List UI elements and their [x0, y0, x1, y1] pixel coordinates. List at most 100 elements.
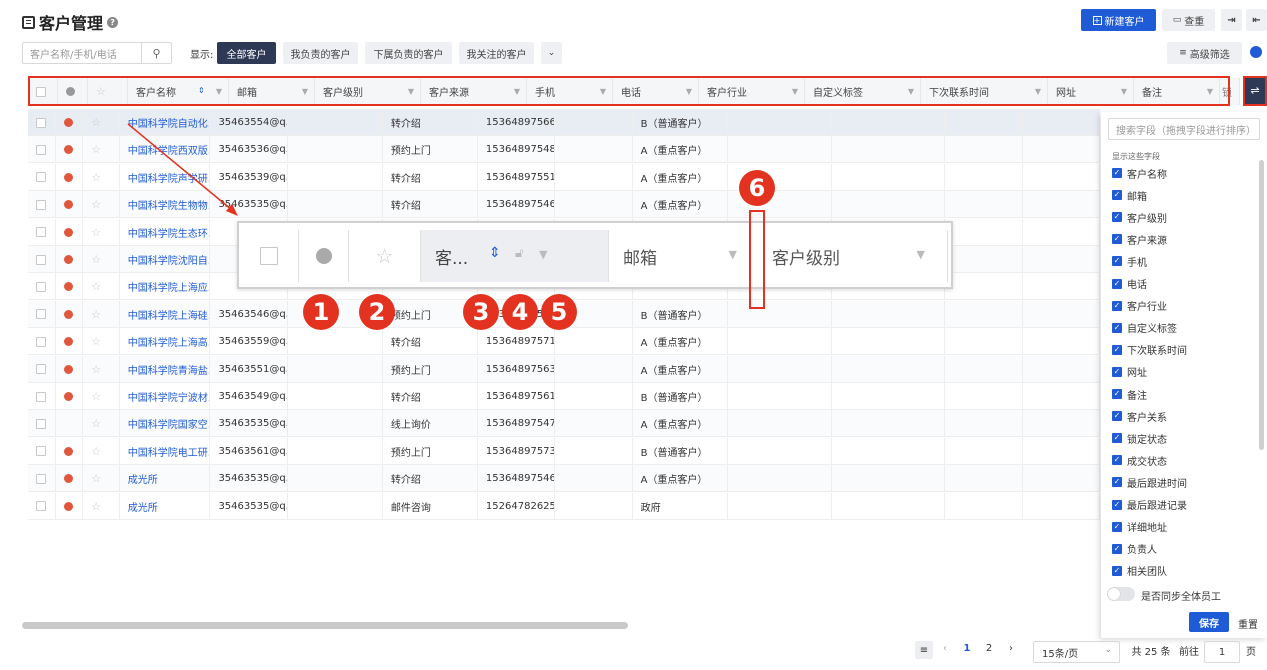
checkbox-checked-icon[interactable]: ✓	[1112, 168, 1122, 178]
row-checkbox[interactable]	[28, 273, 56, 301]
follow-star-icon[interactable]: ☆	[83, 218, 120, 246]
field-item[interactable]: ✓ 成交状态	[1112, 452, 1167, 468]
checkbox[interactable]	[36, 117, 46, 128]
field-item[interactable]: ✓ 负责人	[1112, 541, 1157, 557]
field-item[interactable]: ✓ 锁定状态	[1112, 430, 1167, 446]
star-icon[interactable]: ☆	[91, 143, 101, 156]
cell-customer-name[interactable]: 中国科学院宁波材...	[120, 383, 211, 410]
table-row[interactable]: ☆ 中国科学院电工研... 35463561@q... 预约上门 15364897573…	[28, 437, 1100, 465]
checkbox-checked-icon[interactable]: ✓	[1112, 389, 1122, 399]
table-row[interactable]: ☆ 中国科学院自动化... 35463554@q... 转介绍 15364897566 B…	[28, 109, 1100, 136]
checkbox[interactable]	[36, 418, 46, 429]
table-row[interactable]: ☆ 中国科学院西双版... 35463536@q... 预约上门 15364897548…	[28, 136, 1100, 164]
next-page-button[interactable]: ›	[1006, 643, 1016, 654]
checkbox[interactable]	[36, 227, 46, 238]
checkbox-checked-icon[interactable]: ✓	[1112, 433, 1122, 444]
field-item[interactable]: ✓ 最后跟进时间	[1112, 474, 1187, 490]
star-icon[interactable]: ☆	[91, 280, 101, 293]
field-item[interactable]: ✓ 相关团队	[1112, 563, 1167, 579]
checkbox[interactable]	[36, 254, 46, 265]
panel-scrollbar[interactable]	[1259, 160, 1264, 450]
checkbox-checked-icon[interactable]: ✓	[1112, 278, 1122, 289]
row-checkbox[interactable]	[28, 246, 56, 273]
list-view-icon[interactable]: ≡	[915, 641, 933, 659]
cell-customer-name[interactable]: 中国科学院青海盐...	[120, 355, 211, 383]
field-search-input[interactable]: 搜索字段（拖拽字段进行排序）	[1108, 118, 1260, 140]
checkbox[interactable]	[36, 501, 46, 512]
table-horizontal-scrollbar[interactable]	[22, 622, 628, 629]
checkbox-checked-icon[interactable]: ✓	[1112, 521, 1122, 532]
field-item[interactable]: ✓ 最后跟进记录	[1112, 497, 1187, 513]
checkbox-checked-icon[interactable]: ✓	[1112, 411, 1122, 422]
checkbox[interactable]	[36, 144, 46, 155]
row-checkbox[interactable]	[28, 492, 56, 520]
more-filters-button[interactable]: ⌄	[541, 42, 562, 64]
field-item[interactable]: ✓ 手机	[1112, 253, 1147, 269]
follow-star-icon[interactable]: ☆	[83, 246, 120, 273]
star-icon[interactable]: ☆	[91, 500, 101, 513]
checkbox-checked-icon[interactable]: ✓	[1112, 543, 1122, 554]
star-icon[interactable]: ☆	[91, 417, 101, 430]
sync-toggle[interactable]	[1107, 587, 1135, 601]
page-2[interactable]: 2	[984, 643, 994, 654]
star-icon[interactable]: ☆	[91, 198, 101, 211]
page-size-select[interactable]: 15条/页 ⌄	[1033, 641, 1120, 663]
star-icon[interactable]: ☆	[91, 390, 101, 403]
follow-star-icon[interactable]: ☆	[83, 136, 120, 164]
star-icon[interactable]: ☆	[91, 335, 101, 348]
star-icon[interactable]: ☆	[91, 116, 101, 129]
checkbox-checked-icon[interactable]: ✓	[1112, 212, 1122, 223]
star-icon[interactable]: ☆	[91, 445, 101, 458]
checkbox-checked-icon[interactable]: ✓	[1112, 234, 1122, 245]
cell-customer-name[interactable]: 中国科学院上海应...	[120, 273, 211, 301]
follow-star-icon[interactable]: ☆	[83, 300, 120, 328]
checkbox-checked-icon[interactable]: ✓	[1112, 256, 1122, 267]
checkbox-checked-icon[interactable]: ✓	[1112, 455, 1122, 466]
checkbox-checked-icon[interactable]: ✓	[1112, 366, 1122, 377]
row-checkbox[interactable]	[28, 437, 56, 465]
field-item[interactable]: ✓ 客户关系	[1112, 408, 1167, 424]
follow-star-icon[interactable]: ☆	[83, 383, 120, 410]
field-item[interactable]: ✓ 电话	[1112, 276, 1147, 292]
table-row[interactable]: ☆ 中国科学院上海高... 35463559@q... 转介绍 15364897571 A…	[28, 328, 1100, 356]
table-row[interactable]: ☆ 中国科学院生物物... 35463535@q... 转介绍 15364897546 A…	[28, 191, 1100, 219]
help-circle-icon[interactable]	[1250, 46, 1262, 58]
follow-star-icon[interactable]: ☆	[83, 437, 120, 465]
export-button[interactable]: ⇤	[1246, 9, 1267, 31]
row-checkbox[interactable]	[28, 383, 56, 410]
filter-followed-customers[interactable]: 我关注的客户	[459, 42, 534, 64]
checkbox-checked-icon[interactable]: ✓	[1112, 300, 1122, 311]
table-row[interactable]: ☆ 中国科学院国家空... 35463535@q... 线上询价 15364897547…	[28, 410, 1100, 438]
field-item[interactable]: ✓ 详细地址	[1112, 519, 1167, 535]
cell-customer-name[interactable]: 成光所	[120, 465, 211, 493]
checkbox[interactable]	[36, 336, 46, 347]
search-icon[interactable]: ⚲	[141, 43, 171, 63]
advanced-filter-button[interactable]: ≡ 高级筛选	[1167, 42, 1242, 64]
star-icon[interactable]: ☆	[91, 226, 101, 239]
table-row[interactable]: ☆ 中国科学院声学研... 35463539@q... 转介绍 15364897551 A…	[28, 163, 1100, 191]
row-checkbox[interactable]	[28, 163, 56, 191]
follow-star-icon[interactable]: ☆	[83, 465, 120, 493]
row-checkbox[interactable]	[28, 136, 56, 164]
checkbox[interactable]	[36, 473, 46, 484]
filter-all-customers[interactable]: 全部客户	[217, 42, 276, 64]
cell-customer-name[interactable]: 中国科学院西双版...	[120, 136, 211, 164]
field-item[interactable]: ✓ 网址	[1112, 364, 1147, 380]
star-icon[interactable]: ☆	[91, 472, 101, 485]
goto-page-input[interactable]: 1	[1204, 641, 1240, 663]
table-row[interactable]: ☆ 中国科学院宁波材... 35463549@q... 转介绍 15364897561 B…	[28, 383, 1100, 410]
checkbox-checked-icon[interactable]: ✓	[1112, 477, 1122, 488]
reset-button[interactable]: 重置	[1238, 616, 1258, 631]
row-checkbox[interactable]	[28, 410, 56, 438]
new-customer-button[interactable]: + 新建客户	[1081, 9, 1156, 31]
cell-customer-name[interactable]: 中国科学院声学研...	[120, 163, 211, 191]
checkbox-checked-icon[interactable]: ✓	[1112, 190, 1122, 201]
row-checkbox[interactable]	[28, 465, 56, 493]
row-checkbox[interactable]	[28, 191, 56, 219]
cell-customer-name[interactable]: 中国科学院上海高...	[120, 328, 211, 356]
follow-star-icon[interactable]: ☆	[83, 163, 120, 191]
row-checkbox[interactable]	[28, 300, 56, 328]
star-icon[interactable]: ☆	[91, 308, 101, 321]
follow-star-icon[interactable]: ☆	[83, 328, 120, 356]
checkbox[interactable]	[36, 281, 46, 292]
